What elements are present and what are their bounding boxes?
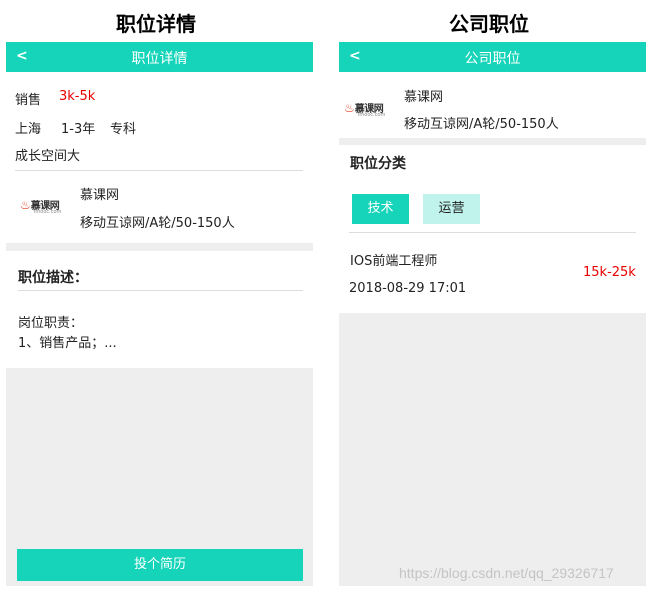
flame-icon: ♨ xyxy=(344,101,355,115)
company-info: 移动互谅网/A轮/50-150人 xyxy=(404,117,559,132)
left-header-bar: < 职位详情 xyxy=(6,42,313,72)
right-header-title: 公司职位 xyxy=(464,51,521,67)
flame-icon: ♨ xyxy=(20,198,31,212)
divider xyxy=(18,290,303,291)
company-info: 移动互谅网/A轮/50-150人 xyxy=(80,216,235,231)
description-line: 岗位职责： xyxy=(18,316,84,331)
job-salary: 3k-5k xyxy=(59,89,96,104)
tab-tech[interactable]: 技术 xyxy=(352,194,409,224)
left-caption: 职位详情 xyxy=(116,12,196,36)
description-heading: 职位描述： xyxy=(18,270,88,286)
apply-resume-button[interactable]: 投个简历 xyxy=(17,549,303,581)
logo-domain: imooc.com xyxy=(358,112,386,118)
company-name[interactable]: 慕课网 xyxy=(80,184,119,203)
job-perk: 成长空间大 xyxy=(15,149,81,164)
logo-domain: imooc.com xyxy=(34,209,62,215)
company-logo[interactable]: ♨慕课网 imooc.com xyxy=(20,194,64,215)
divider xyxy=(349,232,636,233)
left-header-title: 职位详情 xyxy=(131,51,188,67)
job-name: 销售 xyxy=(15,93,42,108)
job-item-title[interactable]: IOS前端工程师 xyxy=(350,250,437,269)
job-experience: 1-3年 xyxy=(61,122,96,137)
right-blank-panel xyxy=(339,313,646,586)
job-education: 专科 xyxy=(110,122,137,137)
section-gap xyxy=(339,138,646,145)
company-name[interactable]: 慕课网 xyxy=(404,86,443,105)
job-item-salary: 15k-25k xyxy=(583,265,636,280)
company-logo[interactable]: ♨慕课网 imooc.com xyxy=(344,97,388,118)
description-line: 1、销售产品；... xyxy=(18,336,117,351)
job-item-date: 2018-08-29 17:01 xyxy=(349,281,467,296)
category-heading: 职位分类 xyxy=(350,156,406,172)
tab-operations[interactable]: 运营 xyxy=(423,194,480,224)
section-gap xyxy=(6,243,313,251)
watermark: https://blog.csdn.net/qq_29326717 xyxy=(399,565,614,581)
right-caption: 公司职位 xyxy=(449,12,529,36)
right-header-bar: < 公司职位 xyxy=(339,42,646,72)
divider xyxy=(15,170,303,171)
job-city: 上海 xyxy=(15,122,42,137)
